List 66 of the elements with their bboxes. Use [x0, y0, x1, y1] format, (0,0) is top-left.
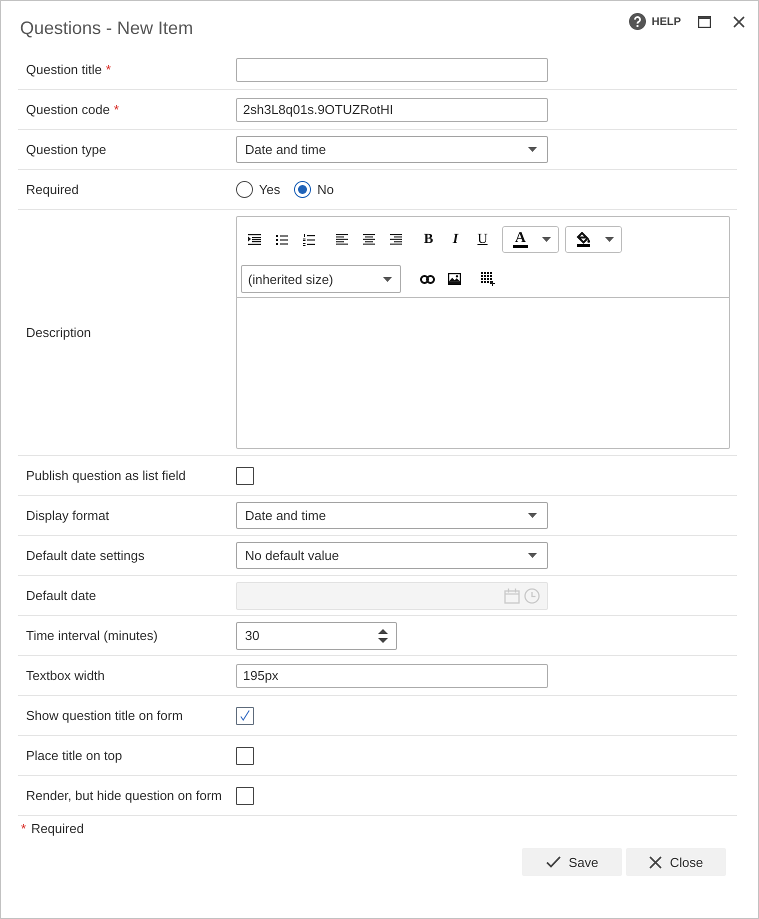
field-label: Description: [26, 325, 92, 340]
caret-icon: [528, 147, 537, 152]
caret-icon: [542, 237, 551, 242]
align-left-icon[interactable]: [336, 234, 348, 245]
required-note: Required: [31, 821, 84, 836]
paint-bucket-icon: [576, 232, 591, 247]
field-label: Question type: [26, 142, 106, 157]
bullet-list-icon[interactable]: [276, 234, 288, 244]
radio-label[interactable]: Yes: [259, 182, 280, 197]
font-size-select[interactable]: (inherited size): [241, 265, 401, 293]
text-input[interactable]: [236, 58, 548, 82]
save-button[interactable]: Save: [522, 848, 622, 876]
maximize-icon[interactable]: [698, 16, 711, 28]
field-label: Textbox width: [26, 668, 105, 683]
text-color-button[interactable]: A: [502, 226, 559, 253]
text-input[interactable]: 2sh3L8q01s.9OTUZRotHI: [236, 98, 548, 122]
radio-button[interactable]: [236, 181, 253, 198]
spinner-icon[interactable]: [378, 628, 388, 644]
required-asterisk: *: [21, 821, 26, 836]
radio-label[interactable]: No: [317, 182, 334, 197]
help-button[interactable]: HELP: [628, 13, 681, 30]
align-center-icon[interactable]: [362, 234, 374, 245]
check-icon: [546, 856, 561, 868]
caret-icon: [528, 553, 537, 558]
select-dropdown[interactable]: No default value: [236, 542, 548, 569]
underline-button[interactable]: U: [477, 232, 488, 246]
align-right-icon[interactable]: [390, 234, 402, 245]
field-label: Display format: [26, 508, 110, 523]
close-icon[interactable]: [733, 16, 745, 28]
link-icon[interactable]: [420, 274, 435, 284]
required-asterisk: *: [106, 62, 111, 77]
field-label: Default date settings: [26, 548, 145, 563]
table-grid-icon[interactable]: [480, 272, 494, 286]
radio-button[interactable]: [294, 181, 312, 198]
select-dropdown[interactable]: Date and time: [236, 502, 548, 529]
caret-icon: [528, 513, 537, 518]
fill-color-button[interactable]: [564, 226, 622, 253]
checkbox[interactable]: [236, 786, 254, 804]
image-icon[interactable]: [448, 273, 461, 285]
caret-icon: [383, 276, 392, 282]
close-icon: [648, 856, 662, 868]
checkbox[interactable]: [236, 706, 254, 724]
checkbox[interactable]: [236, 466, 254, 484]
required-asterisk: *: [114, 102, 119, 117]
checkbox[interactable]: [236, 746, 254, 764]
field-label: Question code: [26, 102, 110, 117]
field-label: Place title on top: [26, 748, 122, 763]
italic-button[interactable]: I: [452, 232, 458, 246]
indent-icon[interactable]: [248, 234, 261, 245]
field-label: Render, but hide question on form: [26, 788, 222, 803]
select-dropdown[interactable]: Date and time: [236, 136, 548, 163]
numbered-list-icon[interactable]: [302, 234, 314, 246]
bold-button[interactable]: B: [424, 232, 434, 246]
field-label: Show question title on form: [26, 708, 183, 723]
field-label: Publish question as list field: [26, 468, 186, 483]
number-input[interactable]: 30: [236, 622, 397, 650]
window-title: Questions - New Item: [20, 18, 194, 39]
field-label: Question title: [26, 62, 102, 77]
field-label: Time interval (minutes): [26, 628, 158, 643]
text-input[interactable]: 195px: [236, 664, 548, 688]
caret-icon: [604, 237, 614, 242]
help-icon: [628, 13, 646, 30]
close-button[interactable]: Close: [626, 848, 726, 876]
field-label: Required: [26, 182, 79, 197]
check-icon: [240, 710, 250, 721]
field-label: Default date: [26, 588, 96, 603]
